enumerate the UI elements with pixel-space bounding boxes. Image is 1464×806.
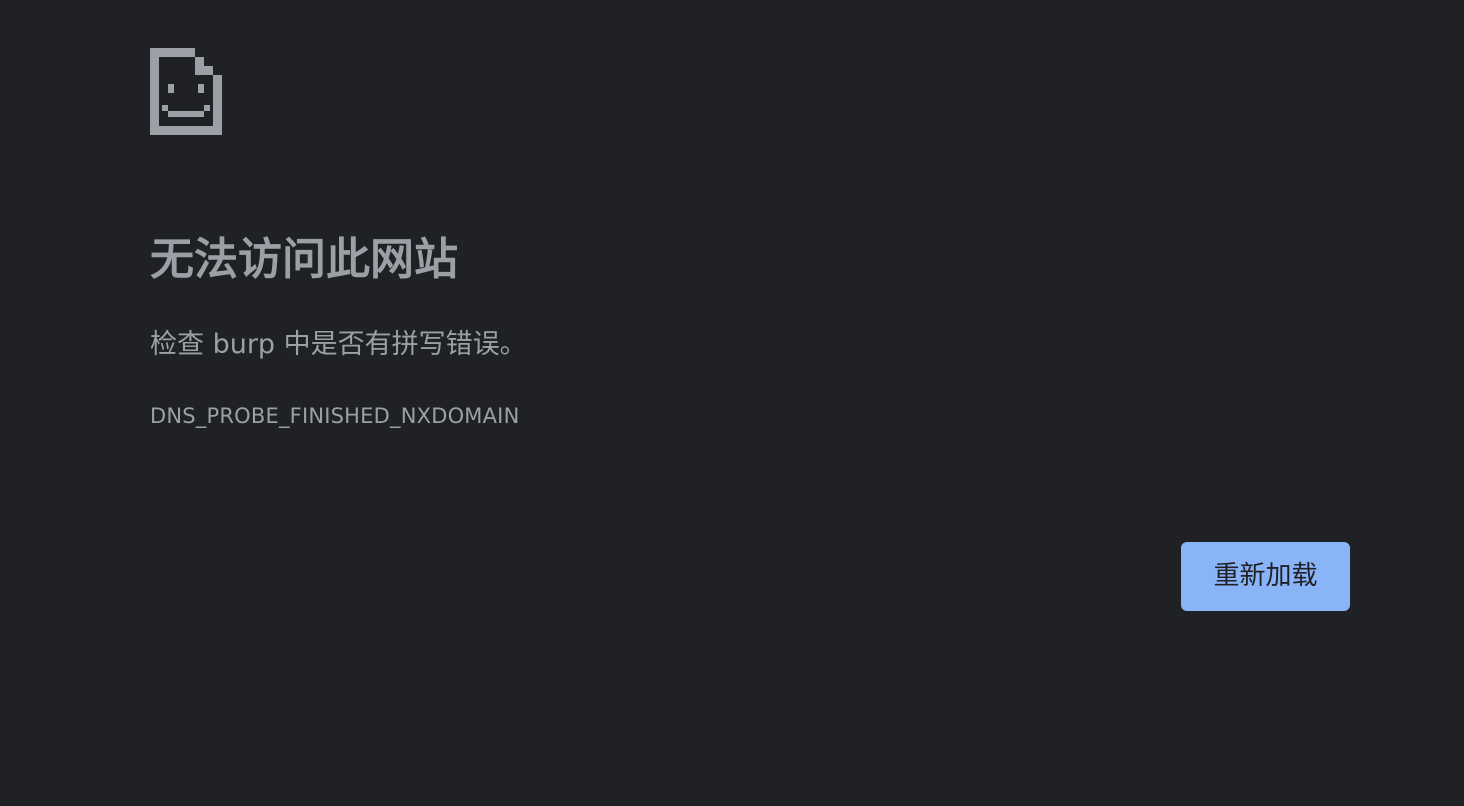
page-title: 无法访问此网站 <box>150 234 458 285</box>
sad-document-icon <box>150 48 222 135</box>
error-code: DNS_PROBE_FINISHED_NXDOMAIN <box>150 404 520 428</box>
error-suggestion: 检查 burp 中是否有拼写错误。 <box>150 329 527 360</box>
error-page: 无法访问此网站 检查 burp 中是否有拼写错误。 DNS_PROBE_FINI… <box>0 0 1464 806</box>
reload-button[interactable]: 重新加载 <box>1181 542 1350 611</box>
